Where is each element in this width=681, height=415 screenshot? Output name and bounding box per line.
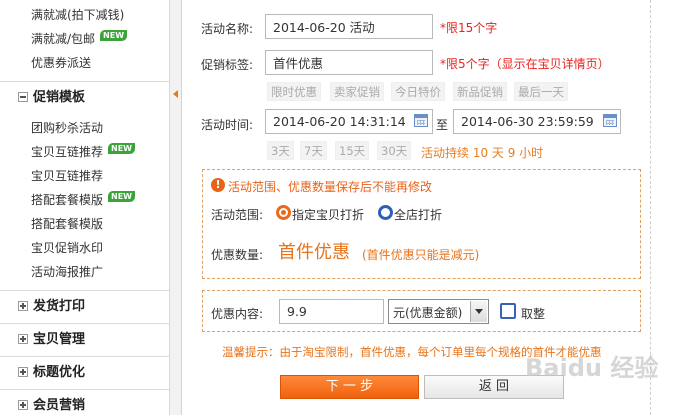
sidebar-group-shipping-print[interactable]: 发货打印 xyxy=(0,290,169,321)
qty-label: 优惠数量: xyxy=(211,248,264,262)
new-badge: NEW xyxy=(100,30,128,41)
sidebar-item-label: 宝贝互链推荐 xyxy=(31,169,104,183)
sidebar-item-cross-link-2[interactable]: 宝贝互链推荐 xyxy=(31,165,103,187)
sidebar-group-member-marketing[interactable]: 会员营销 xyxy=(0,389,169,415)
sidebar-item-watermark[interactable]: 宝贝促销水印 xyxy=(31,237,103,259)
duration-preset-30d[interactable]: 30天 xyxy=(377,141,412,160)
scope-warning: 活动范围、优惠数量保存后不能再修改 xyxy=(228,180,433,194)
round-label[interactable]: 取整 xyxy=(521,305,545,322)
sidebar-item-label: 满就减(拍下减钱) xyxy=(31,8,125,22)
next-step-button[interactable]: 下 一 步 xyxy=(280,375,419,399)
sidebar-item-label: 搭配套餐模版 xyxy=(31,217,104,231)
time-separator: 至 xyxy=(436,118,449,132)
promo-tag-input[interactable] xyxy=(265,50,433,75)
activity-name-input[interactable] xyxy=(265,14,433,39)
sidebar-group-promo-templates[interactable]: 促销模板 xyxy=(0,81,169,112)
qty-note: (首件优惠只能是减元) xyxy=(362,248,480,262)
radio-specific-items[interactable] xyxy=(276,205,291,220)
round-checkbox[interactable] xyxy=(500,303,516,319)
radio-whole-store-label[interactable]: 全店打折 xyxy=(394,206,442,223)
sidebar-group-label: 宝贝管理 xyxy=(33,332,86,347)
radio-whole-store[interactable] xyxy=(378,205,393,220)
sidebar-item-poster[interactable]: 活动海报推广 xyxy=(31,261,103,283)
qty-value: 首件优惠 xyxy=(278,242,350,263)
sidebar: 满就减(拍下减钱) 满就减/包邮 NEW 优惠券派送 促销模板 团购秒杀活动 宝贝… xyxy=(0,0,170,415)
sidebar-group-label: 会员营销 xyxy=(33,398,86,413)
duration-summary: 活动持续 10 天 9 小时 xyxy=(421,146,544,160)
sidebar-group-label: 发货打印 xyxy=(33,299,86,314)
sidebar-item-full-reduction[interactable]: 满就减(拍下减钱) xyxy=(31,4,124,26)
sidebar-item-coupon[interactable]: 优惠券派送 xyxy=(31,52,91,74)
sidebar-collapse-bar[interactable] xyxy=(170,0,182,415)
sidebar-item-label: 团购秒杀活动 xyxy=(31,121,104,135)
sidebar-group-label: 标题优化 xyxy=(33,365,86,380)
scope-label: 活动范围: xyxy=(211,208,264,222)
sidebar-item-cross-link[interactable]: 宝贝互链推荐 NEW xyxy=(31,141,135,163)
sidebar-item-bundle-template-2[interactable]: 搭配套餐模版 xyxy=(31,213,103,235)
promo-tag-hint: *限5个字（显示在宝贝详情页） xyxy=(440,57,610,71)
warning-icon: ! xyxy=(211,178,225,192)
duration-preset-3d[interactable]: 3天 xyxy=(267,141,294,160)
radio-specific-items-label[interactable]: 指定宝贝打折 xyxy=(292,206,364,223)
discount-label: 优惠内容: xyxy=(211,307,264,321)
dropdown-button[interactable] xyxy=(470,301,487,322)
discount-value-input[interactable] xyxy=(279,299,384,324)
collapse-arrow-icon[interactable] xyxy=(173,90,178,98)
calendar-icon[interactable] xyxy=(603,114,617,127)
sidebar-item-label: 宝贝促销水印 xyxy=(31,241,104,255)
sidebar-item-label: 优惠券派送 xyxy=(31,56,92,70)
sidebar-item-group-buy[interactable]: 团购秒杀活动 xyxy=(31,117,103,139)
discount-unit-select[interactable]: 元(优惠金额) xyxy=(388,299,489,324)
sidebar-group-label: 促销模板 xyxy=(33,90,86,105)
expand-plus-icon[interactable] xyxy=(18,301,28,311)
promo-tag-label: 促销标签: xyxy=(201,58,254,72)
sidebar-item-label: 活动海报推广 xyxy=(31,265,104,279)
sidebar-item-label: 搭配套餐模版 xyxy=(31,193,104,207)
activity-time-label: 活动时间: xyxy=(201,118,254,132)
sidebar-item-bundle-template[interactable]: 搭配套餐模版 NEW xyxy=(31,189,135,211)
duration-preset-7d[interactable]: 7天 xyxy=(300,141,327,160)
tag-preset-today-special[interactable]: 今日特价 xyxy=(391,82,445,101)
tag-preset-last-day[interactable]: 最后一天 xyxy=(514,82,568,101)
expand-plus-icon[interactable] xyxy=(18,367,28,377)
sidebar-group-title-optimize[interactable]: 标题优化 xyxy=(0,356,169,387)
sidebar-group-item-management[interactable]: 宝贝管理 xyxy=(0,323,169,354)
tag-preset-new-product[interactable]: 新品促销 xyxy=(453,82,507,101)
sidebar-item-full-reduction-shipping[interactable]: 满就减/包邮 NEW xyxy=(31,28,128,50)
tag-preset-limited-time[interactable]: 限时优惠 xyxy=(267,82,321,101)
collapse-minus-icon[interactable] xyxy=(18,92,28,102)
duration-preset-15d[interactable]: 15天 xyxy=(335,141,370,160)
expand-plus-icon[interactable] xyxy=(18,400,28,410)
watermark-logo: Baidu 经验 xyxy=(525,354,659,382)
new-badge: NEW xyxy=(108,143,135,154)
discount-unit-selected: 元(优惠金额) xyxy=(393,306,463,320)
new-badge: NEW xyxy=(108,191,135,202)
sidebar-item-label: 宝贝互链推荐 xyxy=(31,145,104,159)
end-time-input[interactable] xyxy=(453,109,621,134)
sidebar-item-label: 满就减/包邮 xyxy=(31,32,96,46)
start-time-input[interactable] xyxy=(265,109,433,134)
expand-plus-icon[interactable] xyxy=(18,334,28,344)
tag-preset-seller-promo[interactable]: 卖家促销 xyxy=(330,82,384,101)
calendar-icon[interactable] xyxy=(414,114,428,127)
chevron-down-icon xyxy=(475,309,483,314)
activity-name-label: 活动名称: xyxy=(201,22,254,36)
activity-name-hint: *限15个字 xyxy=(440,21,498,35)
